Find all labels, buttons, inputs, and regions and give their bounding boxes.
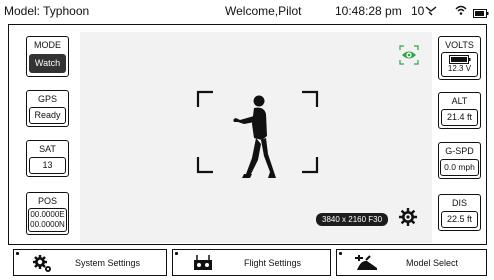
welcome-text: Welcome,Pilot — [225, 4, 302, 18]
system-settings-label: System Settings — [75, 258, 141, 268]
flight-settings-label: Flight Settings — [244, 258, 302, 268]
resolution-badge: 3840 x 2160 F30 — [316, 213, 389, 226]
gear-icon — [32, 254, 52, 278]
flight-settings-button[interactable]: Flight Settings — [172, 249, 331, 276]
mode-value[interactable]: Watch — [29, 54, 66, 73]
status-bar: Model: Typhoon Welcome,Pilot 10:48:28 pm… — [0, 0, 494, 20]
alt-panel: ALT 21.4 ft — [438, 92, 481, 129]
model-name: Model: Typhoon — [4, 4, 90, 18]
model-select-button[interactable]: Model Select — [336, 249, 487, 276]
drone-icon — [353, 254, 379, 277]
eye-icon[interactable] — [399, 45, 419, 70]
person-silhouette — [233, 95, 276, 178]
sat-panel: SAT 13 — [26, 140, 69, 177]
gspd-panel: G-SPD 0.0 mph — [438, 142, 481, 179]
clock: 10:48:28 pm — [335, 4, 402, 18]
gps-label: GPS — [37, 94, 57, 104]
gps-value: Ready — [29, 107, 66, 124]
signal-icon — [425, 3, 437, 21]
pos-value: 00.0000E 00.0000N — [28, 208, 67, 232]
system-settings-button[interactable]: System Settings — [13, 249, 167, 276]
pos-longitude: 00.0000E — [30, 210, 65, 219]
corner-dot — [175, 252, 178, 255]
volts-value-box: 12.3 V — [441, 52, 478, 77]
gspd-value: 0.0 mph — [440, 159, 479, 176]
volts-value: 12.3 V — [447, 64, 472, 73]
camera-view[interactable]: 3840 x 2160 F30 — [80, 32, 432, 243]
dis-label: DIS — [451, 198, 467, 208]
battery-icon — [473, 5, 489, 23]
pos-panel: POS 00.0000E 00.0000N — [26, 192, 69, 235]
pos-latitude: 00.0000N — [30, 220, 65, 229]
alt-label: ALT — [451, 96, 468, 106]
volts-panel: VOLTS 12.3 V — [438, 36, 481, 80]
corner-dot — [16, 252, 19, 255]
pos-label: POS — [37, 196, 57, 206]
gear-icon[interactable] — [398, 207, 418, 232]
gspd-label: G-SPD — [445, 146, 474, 156]
alt-value: 21.4 ft — [441, 109, 478, 126]
volts-label: VOLTS — [445, 40, 474, 50]
signal-count: 10 — [411, 4, 425, 18]
dis-value: 22.5 ft — [441, 211, 478, 228]
dis-panel: DIS 22.5 ft — [438, 194, 481, 231]
controller-icon — [193, 255, 213, 276]
mode-panel[interactable]: MODE Watch — [26, 36, 69, 77]
gps-panel: GPS Ready — [26, 90, 69, 127]
battery-icon — [448, 55, 471, 64]
corner-dot — [339, 252, 342, 255]
sat-value: 13 — [29, 157, 66, 174]
wifi-icon — [455, 3, 467, 21]
sat-label: SAT — [39, 144, 56, 154]
mode-label: MODE — [34, 40, 61, 50]
model-select-label: Model Select — [406, 258, 459, 268]
